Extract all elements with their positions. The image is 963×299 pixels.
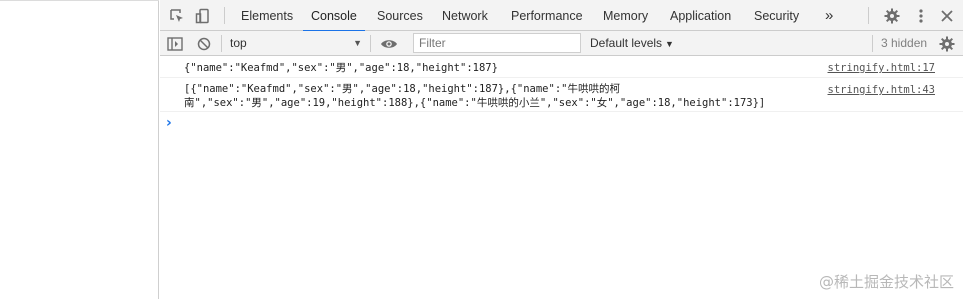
- log-levels-dropdown[interactable]: Default levels ▼: [590, 33, 674, 54]
- console-message: {"name":"Keafmd","sex":"男","age":18,"hei…: [160, 56, 963, 78]
- console-message-text: [{"name":"Keafmd","sex":"男","age":18,"he…: [184, 83, 766, 109]
- tab-elements[interactable]: Elements: [241, 0, 293, 31]
- tab-sources[interactable]: Sources: [377, 0, 423, 31]
- viewport-top-border: [0, 0, 159, 1]
- page-viewport: [0, 0, 159, 299]
- console-toolbar: top ▼ Default levels▼ 3 hidden: [160, 31, 963, 56]
- clear-console-icon[interactable]: [194, 34, 214, 54]
- more-tabs-button[interactable]: »: [825, 0, 833, 31]
- chevron-down-icon: ▼: [353, 38, 362, 48]
- context-value: top: [230, 36, 247, 50]
- filter-input[interactable]: [413, 33, 581, 53]
- tab-memory[interactable]: Memory: [603, 0, 648, 31]
- tab-application[interactable]: Application: [670, 0, 731, 31]
- close-icon[interactable]: [936, 5, 958, 27]
- console-message-text: {"name":"Keafmd","sex":"男","age":18,"hei…: [184, 62, 498, 74]
- tab-performance[interactable]: Performance: [511, 0, 583, 31]
- inspect-element-icon[interactable]: [166, 5, 188, 27]
- kebab-menu-icon[interactable]: [910, 5, 932, 27]
- console-output: {"name":"Keafmd","sex":"男","age":18,"hei…: [160, 56, 963, 130]
- context-selector[interactable]: top ▼: [230, 33, 364, 54]
- watermark: @稀土掘金技术社区: [818, 273, 954, 291]
- gear-icon[interactable]: [881, 5, 903, 27]
- toolbar-separator: [370, 35, 371, 52]
- devtools-tabbar: Elements Console Sources Network Perform…: [160, 0, 963, 32]
- eye-icon[interactable]: [378, 34, 400, 54]
- tabbar-separator: [224, 7, 225, 24]
- source-link[interactable]: stringify.html:43: [828, 83, 935, 97]
- device-toolbar-icon[interactable]: [192, 5, 214, 27]
- tab-security[interactable]: Security: [754, 0, 799, 31]
- console-message: [{"name":"Keafmd","sex":"男","age":18,"he…: [160, 78, 963, 112]
- hidden-messages-count: 3 hidden: [881, 36, 928, 50]
- gear-icon[interactable]: [937, 34, 957, 54]
- tab-network[interactable]: Network: [442, 0, 488, 31]
- tab-console[interactable]: Console: [303, 0, 365, 32]
- console-prompt[interactable]: ›: [166, 116, 172, 130]
- chevron-down-icon: ▼: [665, 39, 674, 49]
- sidebar-toggle-icon[interactable]: [165, 34, 185, 54]
- toolbar-separator: [872, 35, 873, 52]
- log-levels-label: Default levels: [590, 36, 663, 50]
- tabbar-separator: [868, 7, 869, 24]
- devtools-panel: Elements Console Sources Network Perform…: [160, 0, 963, 299]
- toolbar-separator: [221, 35, 222, 52]
- source-link[interactable]: stringify.html:17: [828, 61, 935, 75]
